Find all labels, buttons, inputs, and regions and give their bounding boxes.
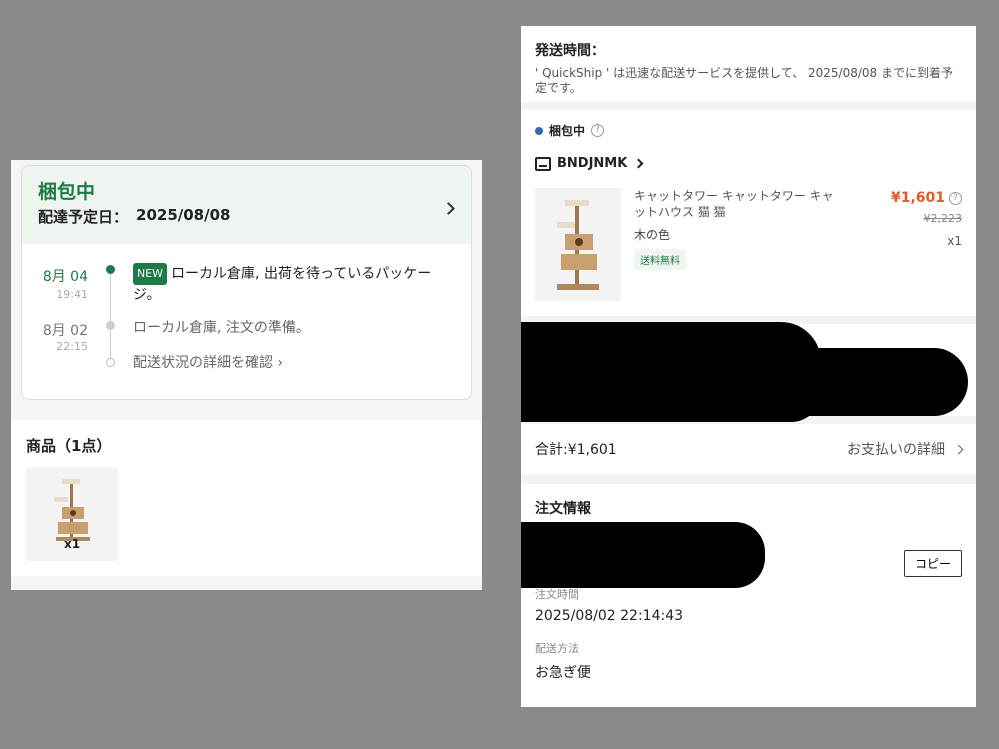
timeline-connector (110, 269, 111, 321)
payment-details-label: お支払いの詳細 (847, 442, 945, 458)
timeline-text-content: ローカル倉庫, 出荷を待っているパッケージ。 (133, 266, 432, 303)
product-image[interactable] (535, 188, 621, 301)
payment-details-link[interactable]: お支払いの詳細 (847, 439, 964, 459)
timeline-date: 8月 02 (42, 323, 88, 339)
products-title: 商品（1点） (26, 437, 112, 455)
timeline-time: 22:15 (56, 340, 88, 353)
timeline-dot (106, 321, 115, 330)
redaction-mark (700, 348, 968, 416)
store-icon (535, 156, 551, 171)
order-total: 合計:¥1,601 (535, 442, 617, 458)
tracking-details-link[interactable]: 配送状況の詳細を確認 › (133, 353, 449, 373)
order-time-label: 注文時間 (535, 588, 579, 601)
package-status: 梱包中 (549, 124, 586, 138)
new-badge: NEW (133, 263, 168, 285)
chevron-right-icon (953, 444, 964, 454)
total-row[interactable]: 合計:¥1,601 お支払いの詳細 (521, 424, 976, 474)
products-section: 商品（1点） x1 (11, 420, 482, 576)
shipment-status-panel: 梱包中 配達予定日： 2025/08/08 8月 04 19:41 NEW ローカ… (11, 160, 482, 590)
help-icon[interactable]: ? (949, 191, 962, 205)
timeline-date: 8月 04 (42, 269, 88, 285)
timeline-time: 19:41 (56, 288, 88, 301)
order-info-section: 注文情報 コピー 注文時間 2025/08/02 22:14:43 配送方法 お… (521, 484, 976, 707)
product-name[interactable]: キャットタワー キャットタワー キャットハウス 猫 猫 (634, 188, 834, 220)
package-status: 梱包中 (38, 181, 96, 203)
cat-tower-image (557, 200, 599, 290)
shipping-time-title: 発送時間： (535, 43, 605, 59)
timeline-dot-empty (106, 358, 115, 367)
original-price: ¥2,223 (923, 212, 963, 225)
store-link[interactable]: BNDJNMK (535, 156, 644, 171)
shipment-header[interactable]: 梱包中 配達予定日： 2025/08/08 (22, 166, 471, 244)
order-time-value: 2025/08/02 22:14:43 (535, 608, 684, 624)
product-quantity: x1 (63, 537, 81, 551)
timeline-text: ローカル倉庫, 注文の準備。 (133, 320, 310, 336)
product-quantity: x1 (947, 234, 962, 248)
product-price-row: ¥1,601 ? (891, 190, 962, 206)
timeline-text: NEW ローカル倉庫, 出荷を待っているパッケージ。 (133, 263, 449, 305)
help-icon[interactable]: ? (591, 124, 605, 137)
shipping-method-value: お急ぎ便 (535, 665, 591, 681)
order-info-title: 注文情報 (535, 501, 591, 517)
chevron-right-icon (633, 158, 644, 169)
status-dot-icon (535, 126, 543, 135)
copy-button[interactable]: コピー (904, 550, 962, 577)
shipping-time-description: ' QuickShip ' は迅速な配送サービスを提供して、 2025/08/0… (535, 66, 953, 95)
product-thumbnail[interactable]: x1 (26, 467, 118, 561)
delivery-label: 配達予定日： (38, 208, 129, 226)
shipment-card: 梱包中 配達予定日： 2025/08/08 8月 04 19:41 NEW ローカ… (21, 165, 472, 400)
tracking-timeline: 8月 04 19:41 NEW ローカル倉庫, 出荷を待っているパッケージ。 8月… (22, 244, 471, 371)
product-variant: 木の色 (634, 228, 671, 242)
delivery-date: 2025/08/08 (136, 206, 231, 224)
free-shipping-badge: 送料無料 (634, 249, 686, 270)
timeline-dot-active (106, 265, 115, 274)
shipping-method-label: 配送方法 (535, 642, 579, 655)
package-section: 梱包中 ? BNDJNMK キャットタワー キャットタワー キャットハウス 猫 … (521, 110, 976, 316)
delivery-estimate: 配達予定日： 2025/08/08 (38, 206, 455, 227)
product-price: ¥1,601 (890, 190, 945, 206)
redaction-mark (521, 522, 765, 588)
store-name: BNDJNMK (557, 156, 628, 171)
package-status-row: 梱包中 ? (535, 122, 605, 139)
shipping-time-section: 発送時間： ' QuickShip ' は迅速な配送サービスを提供して、 202… (521, 26, 976, 102)
